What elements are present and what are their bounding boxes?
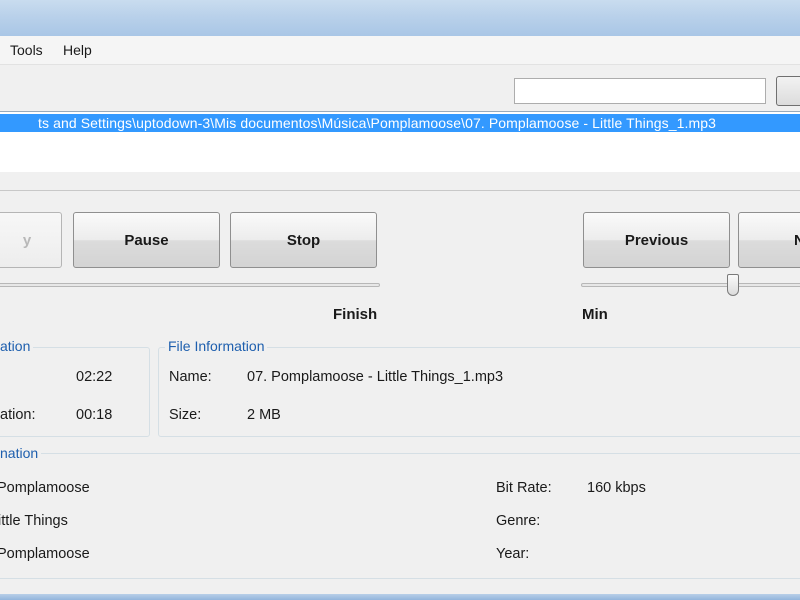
menu-help[interactable]: Help: [63, 42, 92, 58]
volume-slider-track[interactable]: [581, 283, 800, 287]
window-titlebar: [0, 0, 800, 37]
playlist-row-path: ts and Settings\uptodown-3\Mis documento…: [38, 115, 716, 131]
file-size-label: Size:: [169, 407, 202, 423]
playlist[interactable]: ts and Settings\uptodown-3\Mis documento…: [0, 111, 800, 172]
bitrate-label: Bit Rate:: [496, 480, 552, 496]
position-slider-end-label: Finish: [333, 306, 378, 323]
play-button[interactable]: y: [0, 212, 62, 268]
search-input[interactable]: [514, 78, 766, 104]
tag-artist-value: Pomplamoose: [0, 480, 90, 496]
file-size-value: 2 MB: [247, 407, 281, 423]
window-bottom-border: [0, 594, 800, 600]
menu-bar: Tools Help: [0, 36, 800, 65]
playlist-row-selected[interactable]: ts and Settings\uptodown-3\Mis documento…: [0, 114, 800, 132]
file-info-group: [158, 347, 800, 437]
time-info-group: [0, 347, 150, 437]
stop-button[interactable]: Stop: [230, 212, 377, 268]
pause-button[interactable]: Pause: [73, 212, 220, 268]
bitrate-value: 160 kbps: [587, 480, 646, 496]
file-name-label: Name:: [169, 369, 212, 385]
toolbar: [0, 65, 800, 111]
time-total-value: 02:22: [76, 369, 113, 385]
tag-info-legend: nation: [0, 445, 42, 461]
tag-title-value: ittle Things: [0, 513, 68, 529]
volume-slider-thumb[interactable]: [727, 274, 739, 296]
file-info-legend: File Information: [165, 338, 268, 354]
volume-min-label: Min: [582, 306, 608, 323]
file-name-value: 07. Pomplamoose - Little Things_1.mp3: [247, 369, 504, 385]
divider: [0, 190, 800, 191]
genre-label: Genre:: [496, 513, 541, 529]
time-label-duration: ation:: [0, 407, 36, 423]
search-button[interactable]: [776, 76, 800, 106]
position-slider-track[interactable]: [0, 283, 380, 287]
tag-album-value: Pomplamoose: [0, 546, 90, 562]
tag-info-group: [0, 453, 800, 579]
previous-button[interactable]: Previous: [583, 212, 730, 268]
time-duration-value: 00:18: [76, 407, 113, 423]
next-button[interactable]: N: [738, 212, 800, 268]
menu-tools[interactable]: Tools: [10, 42, 43, 58]
year-label: Year:: [496, 546, 530, 562]
time-info-legend: ation: [0, 338, 34, 354]
